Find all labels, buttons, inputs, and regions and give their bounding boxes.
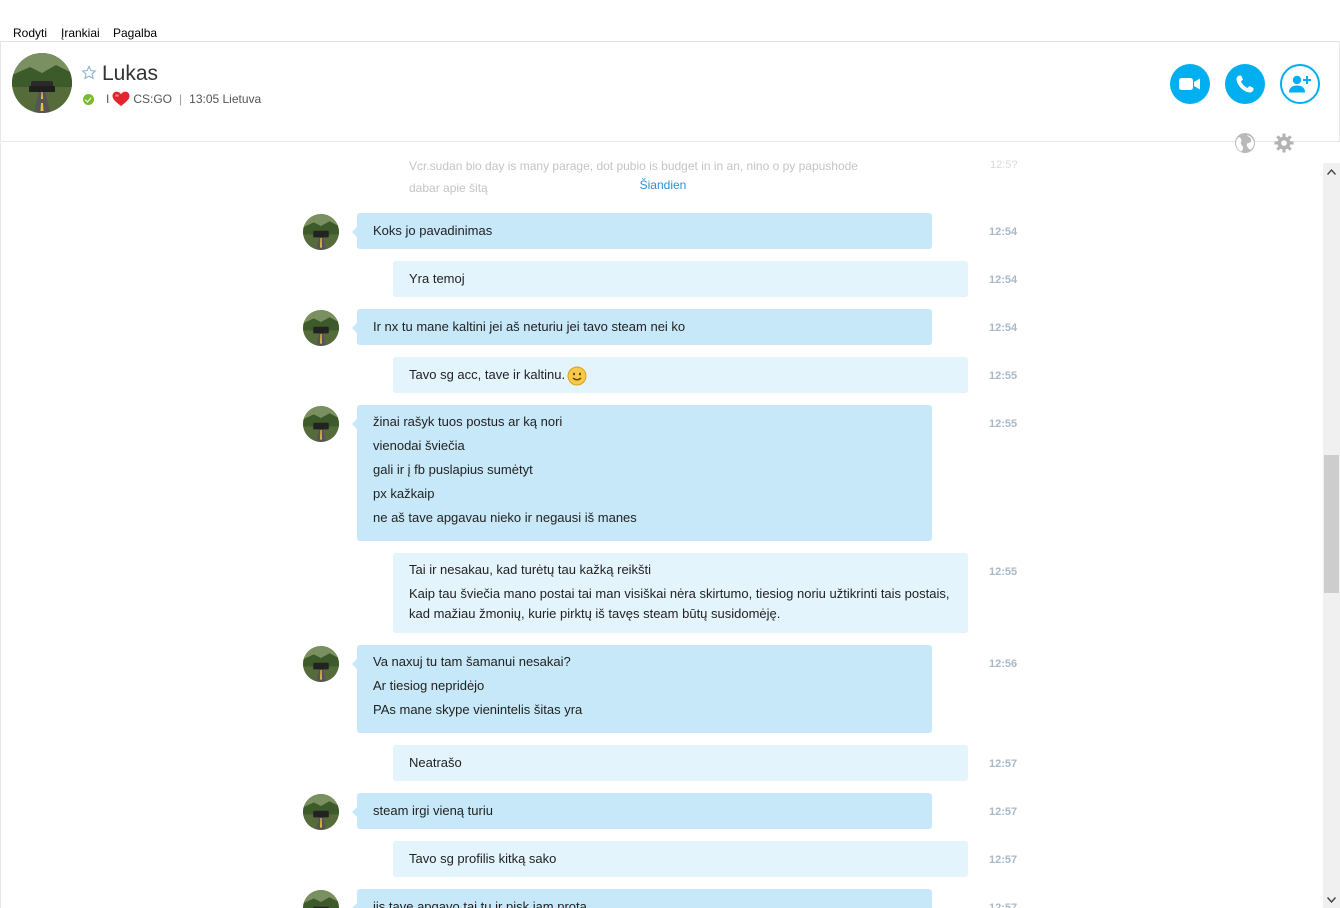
message-line: jis tave apgavo tai tu ir pisk jam protą [373, 899, 587, 908]
outgoing-message[interactable]: Tai ir nesakau, kad turėtų tau kažką rei… [393, 553, 968, 633]
message-line: Tai ir nesakau, kad turėtų tau kažką rei… [409, 562, 652, 577]
message-line: Tavo sg acc, tave ir kaltinu. [409, 363, 952, 387]
incoming-message[interactable]: jis tave apgavo tai tu ir pisk jam protą [352, 889, 932, 908]
incoming-message[interactable]: steam irgi vieną turiu [352, 793, 932, 829]
contact-name: Lukas [102, 62, 159, 85]
scroll-thumb[interactable] [1324, 455, 1339, 593]
sender-avatar[interactable] [303, 310, 339, 346]
chat-history[interactable]: Vcr.sudan bio day is many parage, dot pu… [0, 143, 1340, 908]
menu-bar: Rodyti Įrankiai Pagalba [0, 0, 1340, 42]
message-timestamp: 12:55 [989, 418, 1018, 430]
message-timestamp: 12:57 [989, 806, 1018, 818]
message-timestamp: 12:54 [989, 274, 1018, 286]
message-timestamp: 12:55 [989, 370, 1018, 382]
smile-emoticon-icon [567, 366, 587, 386]
scroll-up-arrow-icon[interactable] [1323, 163, 1340, 180]
favorite-star-icon[interactable] [81, 65, 97, 81]
outgoing-message[interactable]: Neatrašo [393, 745, 968, 781]
day-separator: Šiandien [621, 178, 705, 192]
faded-previous-message: Vcr.sudan bio day is many parage, dot pu… [409, 155, 858, 199]
menu-irankiai[interactable]: Įrankiai [61, 26, 100, 40]
audio-call-icon [1236, 75, 1254, 93]
status-row: I CS:GO | 13:05 Lietuva [83, 91, 261, 107]
outgoing-message[interactable]: Tavo sg acc, tave ir kaltinu. [393, 357, 968, 393]
message-line: ne aš tave apgavau nieko ir negausi iš m… [373, 510, 637, 525]
sender-avatar[interactable] [303, 890, 339, 908]
video-call-icon [1179, 78, 1200, 90]
message-line: Neatrašo [409, 755, 462, 770]
mood-message: I CS:GO [106, 91, 172, 107]
menu-pagalba[interactable]: Pagalba [113, 26, 157, 40]
incoming-message[interactable]: Va naxuj tu tam šamanui nesakai? Ar tiesi… [352, 645, 932, 733]
message-line: gali ir į fb puslapius sumėtyt [373, 462, 533, 477]
audio-call-button[interactable] [1225, 64, 1265, 104]
chat-scrollbar[interactable] [1323, 163, 1340, 908]
local-time: 13:05 Lietuva [189, 92, 262, 106]
message-timestamp: 12:57 [989, 758, 1018, 770]
sender-avatar[interactable] [303, 794, 339, 830]
message-timestamp: 12:57 [989, 854, 1018, 866]
sender-avatar[interactable] [303, 646, 339, 682]
message-line: Ar tiesiog nepridėjo [373, 678, 485, 693]
message-line: steam irgi vieną turiu [373, 803, 493, 818]
heart-emoticon-icon [112, 91, 130, 107]
sender-avatar[interactable] [303, 406, 339, 442]
message-line: px kažkaip [373, 486, 435, 501]
video-call-button[interactable] [1170, 64, 1210, 104]
faded-line: Vcr.sudan bio day is many parage, dot pu… [409, 159, 858, 173]
incoming-message[interactable]: Koks jo pavadinimas [352, 213, 932, 249]
message-line: PAs mane skype vienintelis šitas yra [373, 702, 583, 717]
message-line: Tavo sg profilis kitką sako [409, 851, 557, 866]
mood-prefix: I [106, 92, 110, 106]
message-timestamp: 12:54 [989, 226, 1018, 238]
outgoing-message[interactable]: Tavo sg profilis kitką sako [393, 841, 968, 877]
incoming-message[interactable]: žinai rašyk tuos postus ar ką nori vienod… [352, 405, 932, 541]
message-line: žinai rašyk tuos postus ar ką nori [373, 414, 563, 429]
contact-avatar[interactable] [12, 53, 72, 113]
add-people-icon [1289, 75, 1311, 93]
message-line: Koks jo pavadinimas [373, 223, 493, 238]
message-timestamp: 12:55 [989, 566, 1018, 578]
scroll-down-arrow-icon[interactable] [1323, 891, 1340, 908]
incoming-message[interactable]: Ir nx tu mane kaltini jei aš neturiu jei… [352, 309, 932, 345]
online-status-icon [83, 93, 94, 105]
mood-suffix: CS:GO [133, 92, 173, 106]
faded-time: 12:5? [990, 159, 1018, 171]
add-people-button[interactable] [1280, 64, 1320, 104]
message-line: Ir nx tu mane kaltini jei aš neturiu jei… [373, 319, 686, 334]
message-timestamp: 12:56 [989, 658, 1018, 670]
message-line: Yra temoj [409, 271, 465, 286]
message-timestamp: 12:54 [989, 322, 1018, 334]
message-timestamp: 12:57 [989, 902, 1018, 908]
menu-rodyti[interactable]: Rodyti [13, 26, 47, 40]
message-line: Kaip tau šviečia mano postai tai man vis… [409, 586, 950, 621]
sender-avatar[interactable] [303, 214, 339, 250]
message-line: Va naxuj tu tam šamanui nesakai? [373, 654, 571, 669]
conversation-header: Lukas I CS:GO | 13:05 Lietuva [0, 42, 1340, 153]
separator: | [179, 92, 183, 106]
message-line: vienodai šviečia [373, 438, 465, 453]
outgoing-message[interactable]: Yra temoj [393, 261, 968, 297]
